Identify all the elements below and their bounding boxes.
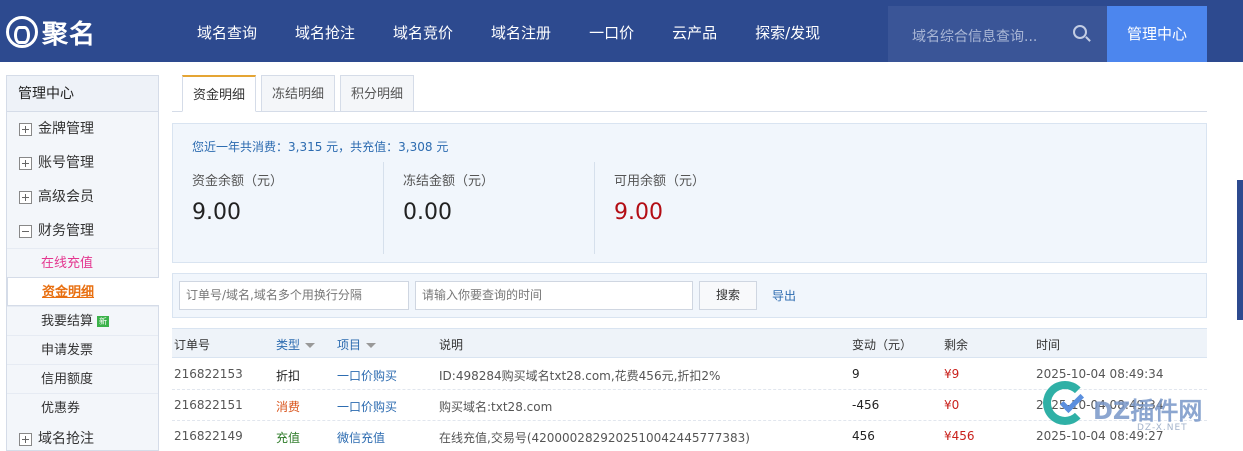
- fund-balance-value: 9.00: [192, 200, 241, 225]
- sidebar-item-fund-details[interactable]: 资金明细: [7, 277, 159, 306]
- sidebar-item-invoice[interactable]: 申请发票: [7, 335, 158, 364]
- search-icon[interactable]: [1073, 25, 1087, 39]
- frozen-amount-stat: 冻结金额（元） 0.00: [384, 162, 594, 254]
- chevron-down-icon: [305, 343, 316, 348]
- sidebar: 管理中心 金牌管理 账号管理 高级会员 财务管理 在线充值 资金明细 我要结算新…: [6, 75, 159, 451]
- tab-frozen-details[interactable]: 冻结明细: [261, 75, 335, 112]
- cell-type: 充值: [276, 431, 301, 445]
- order-domain-input[interactable]: 订单号/域名,域名多个用换行分隔: [179, 281, 409, 310]
- cell-desc: 购买域名:txt28.com: [439, 400, 553, 414]
- nav-domain-snap[interactable]: 域名抢注: [276, 0, 374, 62]
- sidebar-group-label: 账号管理: [38, 155, 94, 171]
- cell-change: -456: [852, 398, 880, 412]
- nav-explore[interactable]: 探索/发现: [736, 0, 839, 62]
- fund-balance-stat: 资金余额（元） 9.00: [173, 162, 383, 254]
- sidebar-group-label: 高级会员: [38, 189, 94, 205]
- watermark-text: DZ插件网: [1093, 397, 1203, 425]
- chevron-down-icon: [366, 343, 377, 348]
- main-nav: 域名查询 域名抢注 域名竞价 域名注册 一口价 云产品 探索/发现: [178, 0, 839, 62]
- sidebar-group-snap[interactable]: 域名抢注: [7, 422, 158, 451]
- expand-icon: [19, 122, 32, 136]
- logo-text: 聚名: [42, 19, 97, 50]
- sidebar-group-label: 域名抢注: [38, 431, 94, 447]
- tab-fund-details[interactable]: 资金明细: [182, 75, 256, 112]
- frozen-amount-value: 0.00: [403, 200, 452, 225]
- fund-balance-label: 资金余额（元）: [192, 174, 284, 189]
- available-balance-stat: 可用余额（元） 9.00: [595, 162, 805, 254]
- cell-order: 216822151: [174, 398, 243, 412]
- scroll-indicator[interactable]: [1237, 180, 1243, 320]
- available-balance-value: 9.00: [614, 200, 663, 225]
- available-balance-label: 可用余额（元）: [614, 174, 706, 189]
- nav-cloud-products[interactable]: 云产品: [653, 0, 736, 62]
- header-type-label: 类型: [276, 338, 301, 352]
- search-button[interactable]: 搜索: [699, 281, 757, 310]
- nav-domain-auction[interactable]: 域名竞价: [374, 0, 472, 62]
- admin-center-button[interactable]: 管理中心: [1107, 6, 1207, 62]
- frozen-amount-label: 冻结金额（元）: [403, 174, 495, 189]
- cell-desc: 在线充值,交易号(4200002829202510042445777383): [439, 431, 750, 445]
- cell-order: 216822153: [174, 367, 243, 381]
- global-search-input[interactable]: 域名综合信息查询...: [888, 6, 1107, 62]
- search-placeholder: 域名综合信息查询...: [912, 29, 1038, 45]
- cell-item: 一口价购买: [337, 400, 398, 414]
- tab-bar: 资金明细 冻结明细 积分明细: [172, 75, 1207, 112]
- nav-domain-query[interactable]: 域名查询: [178, 0, 276, 62]
- sidebar-group-finance[interactable]: 财务管理: [7, 214, 158, 248]
- sidebar-group-label: 金牌管理: [38, 121, 94, 137]
- watermark: DZ插件网 DZ-X.NET: [1043, 373, 1233, 433]
- sidebar-item-label: 我要结算: [41, 314, 94, 329]
- header-item-label: 项目: [337, 338, 362, 352]
- time-input[interactable]: 请输入你要查询的时间: [415, 281, 693, 310]
- nav-fixed-price[interactable]: 一口价: [570, 0, 653, 62]
- sidebar-item-recharge[interactable]: 在线充值: [7, 248, 158, 277]
- expand-icon: [19, 190, 32, 204]
- header-change: 变动（元）: [852, 338, 913, 352]
- balance-summary: 您近一年共消费：3,315 元，共充值：3,308 元 资金余额（元） 9.00…: [172, 123, 1207, 263]
- header-item[interactable]: 项目: [337, 336, 377, 353]
- cell-order: 216822149: [174, 429, 243, 443]
- sidebar-item-credit[interactable]: 信用额度: [7, 364, 158, 393]
- sidebar-group-account[interactable]: 账号管理: [7, 146, 158, 180]
- sidebar-item-coupons[interactable]: 优惠券: [7, 393, 158, 422]
- sidebar-group-label: 财务管理: [38, 223, 94, 239]
- export-link[interactable]: 导出: [772, 287, 796, 304]
- cell-type: 消费: [276, 400, 301, 414]
- cell-item: 一口价购买: [337, 369, 398, 383]
- nav-domain-register[interactable]: 域名注册: [472, 0, 570, 62]
- table-header: 订单号 类型 项目 说明 变动（元） 剩余 时间: [172, 328, 1207, 358]
- header-order: 订单号: [174, 338, 211, 352]
- sidebar-group-gold[interactable]: 金牌管理: [7, 112, 158, 146]
- cell-remain: ¥456: [944, 429, 975, 443]
- sidebar-group-premium[interactable]: 高级会员: [7, 180, 158, 214]
- cell-item: 微信充值: [337, 431, 386, 445]
- cell-desc: ID:498284购买域名txt28.com,花费456元,折扣2%: [439, 369, 721, 383]
- header-time: 时间: [1036, 338, 1061, 352]
- cell-remain: ¥9: [944, 367, 960, 381]
- expand-icon: [19, 432, 32, 446]
- collapse-icon: [19, 224, 32, 238]
- tab-points-details[interactable]: 积分明细: [340, 75, 414, 112]
- top-nav-bar: 聚名 域名查询 域名抢注 域名竞价 域名注册 一口价 云产品 探索/发现 域名综…: [0, 0, 1243, 62]
- header-remain: 剩余: [944, 338, 969, 352]
- header-type[interactable]: 类型: [276, 336, 316, 353]
- cell-change: 456: [852, 429, 875, 443]
- yearly-summary-note: 您近一年共消费：3,315 元，共充值：3,308 元: [192, 140, 449, 154]
- sidebar-item-settlement[interactable]: 我要结算新: [7, 306, 158, 335]
- cell-remain: ¥0: [944, 398, 960, 412]
- sidebar-title: 管理中心: [7, 76, 158, 112]
- header-desc: 说明: [439, 338, 464, 352]
- logo-icon: [6, 16, 38, 48]
- cell-type: 折扣: [276, 369, 301, 383]
- watermark-subtext: DZ-X.NET: [1137, 423, 1188, 433]
- cell-change: 9: [852, 367, 860, 381]
- new-badge: 新: [97, 316, 110, 327]
- expand-icon: [19, 156, 32, 170]
- filter-bar: 订单号/域名,域名多个用换行分隔 请输入你要查询的时间 搜索 导出: [172, 273, 1207, 318]
- logo[interactable]: 聚名: [6, 14, 96, 50]
